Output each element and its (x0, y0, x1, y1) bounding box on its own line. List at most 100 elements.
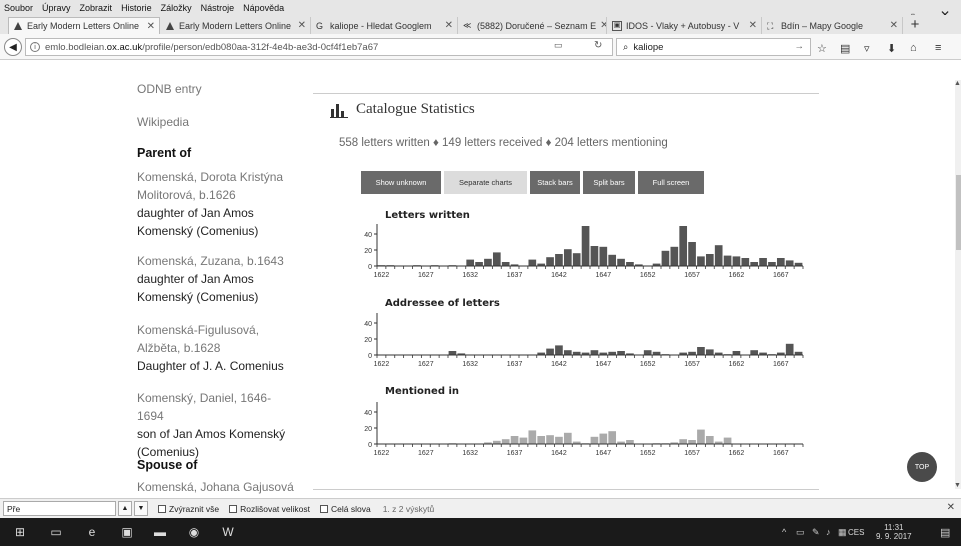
firefox-icon[interactable]: ◉ (187, 525, 201, 539)
page-scrollbar[interactable] (955, 80, 961, 489)
tab-seznam[interactable]: ≪ (5882) Doručené – Seznam E ✕ (459, 17, 607, 34)
bar[interactable] (723, 255, 732, 266)
bar[interactable] (617, 258, 625, 266)
bar[interactable] (705, 436, 714, 444)
bar[interactable] (617, 351, 625, 355)
relation-person-link[interactable]: Komenská, Dorota Kristýna Molitorová, b.… (137, 168, 287, 204)
menu-bookmarks[interactable]: Záložky (161, 3, 192, 13)
menu-edit[interactable]: Úpravy (42, 3, 71, 13)
highlight-all-option[interactable]: Zvýraznit vše (158, 504, 219, 514)
menu-file[interactable]: Soubor (4, 3, 33, 13)
scroll-down-icon[interactable]: ▼ (954, 482, 961, 489)
bar[interactable] (723, 437, 732, 444)
bar[interactable] (776, 258, 785, 266)
bar[interactable] (608, 431, 617, 444)
bar[interactable] (750, 350, 759, 355)
bar[interactable] (555, 254, 563, 266)
menu-tools[interactable]: Nástroje (201, 3, 235, 13)
bar[interactable] (590, 246, 599, 266)
store-icon[interactable]: ▣ (120, 525, 134, 539)
new-tab-button[interactable]: + (905, 15, 925, 34)
relation-person-link[interactable]: Komenský, Daniel, 1646-1694 (137, 389, 297, 425)
menu-history[interactable]: Historie (121, 3, 152, 13)
tray-chevron-icon[interactable]: ^ (782, 527, 786, 537)
clock[interactable]: 11:31 9. 9. 2017 (876, 523, 912, 541)
bar[interactable] (626, 440, 634, 444)
bar[interactable] (537, 436, 546, 444)
find-previous-button[interactable]: ▲ (118, 501, 132, 516)
task-view-icon[interactable]: ▭ (49, 525, 63, 539)
network-icon[interactable]: ▭ (796, 527, 805, 538)
bar[interactable] (448, 351, 457, 355)
bar[interactable] (501, 439, 510, 444)
full-screen-button[interactable]: Full screen (638, 171, 704, 194)
bar[interactable] (679, 439, 688, 444)
bar[interactable] (768, 262, 776, 266)
bar[interactable] (688, 242, 696, 266)
bar[interactable] (732, 351, 741, 355)
bar[interactable] (785, 260, 794, 266)
tab-close-icon[interactable]: ✕ (886, 20, 898, 31)
tab-close-icon[interactable]: ✕ (745, 20, 757, 31)
relation-person-link[interactable]: Komenská, Zuzana, b.1643 (137, 252, 287, 270)
tab-close-icon[interactable]: ✕ (143, 21, 155, 32)
bar[interactable] (590, 436, 599, 444)
volume-icon[interactable]: ♪ (826, 527, 831, 537)
close-icon[interactable]: ✕ (947, 502, 955, 513)
bar[interactable] (563, 350, 572, 355)
scrollbar-thumb[interactable] (956, 175, 961, 250)
odnb-link[interactable]: ODNB entry (137, 80, 202, 98)
search-bar[interactable]: ⌕ kaliope → (616, 38, 811, 56)
bar[interactable] (492, 252, 501, 266)
home-icon[interactable]: ⌂ (910, 42, 917, 54)
bar[interactable] (732, 256, 741, 266)
bar[interactable] (705, 349, 714, 355)
bar[interactable] (572, 253, 581, 266)
tab-idos[interactable]: ▣ IDOS - Vlaky + Autobusy - V ✕ (608, 17, 762, 34)
bar[interactable] (528, 259, 537, 266)
file-explorer-icon[interactable]: ▬ (153, 525, 167, 539)
pen-icon[interactable]: ✎ (812, 527, 820, 538)
url-bar[interactable]: i emlo.bodleian. ox.ac.uk/profile/person/… (25, 38, 613, 56)
bar[interactable] (643, 350, 652, 355)
bar[interactable] (750, 262, 759, 266)
bar[interactable] (599, 433, 608, 444)
keyboard-icon[interactable]: ▦ (838, 527, 847, 538)
site-info-icon[interactable]: i (30, 42, 40, 52)
bookmarks-library-icon[interactable]: ▤ (840, 42, 850, 55)
tab-maps[interactable]: ⛶ Bdín – Mapy Google ✕ (763, 17, 903, 34)
relation-person-link[interactable]: Komenská-Figulusová, Alžběta, b.1628 (137, 321, 287, 357)
bar[interactable] (714, 245, 723, 266)
download-icon[interactable]: ⬇ (887, 42, 896, 55)
bar[interactable] (705, 254, 714, 266)
stack-bars-button[interactable]: Stack bars (530, 171, 580, 194)
bar[interactable] (697, 429, 705, 444)
search-go-icon[interactable]: → (795, 41, 805, 52)
bar[interactable] (501, 262, 510, 266)
back-button[interactable]: ◀ (4, 38, 22, 56)
bar[interactable] (608, 254, 617, 266)
bar[interactable] (546, 435, 554, 444)
bar[interactable] (626, 262, 634, 266)
tab-close-icon[interactable]: ✕ (441, 20, 453, 31)
bar[interactable] (590, 350, 599, 355)
bar[interactable] (528, 430, 537, 444)
bar[interactable] (581, 226, 590, 266)
edge-icon[interactable]: e (85, 525, 99, 539)
bar[interactable] (546, 257, 554, 266)
input-language[interactable]: CES (848, 528, 864, 537)
bar[interactable] (697, 256, 705, 266)
bar[interactable] (741, 258, 750, 266)
menu-view[interactable]: Zobrazit (80, 3, 113, 13)
tab-google[interactable]: G kaliope - Hledat Googlem ✕ (312, 17, 458, 34)
bar[interactable] (563, 249, 572, 266)
whole-words-option[interactable]: Celá slova (320, 504, 371, 514)
word-icon[interactable]: W (221, 525, 235, 539)
spouse-link[interactable]: Komenská, Johana Gajusová (137, 478, 294, 496)
bar[interactable] (679, 226, 688, 266)
bar[interactable] (466, 259, 475, 266)
bar[interactable] (519, 437, 528, 444)
bar[interactable] (599, 246, 608, 266)
tab-emlo-1[interactable]: Early Modern Letters Online ✕ (8, 17, 160, 34)
separate-charts-button[interactable]: Separate charts (444, 171, 527, 194)
